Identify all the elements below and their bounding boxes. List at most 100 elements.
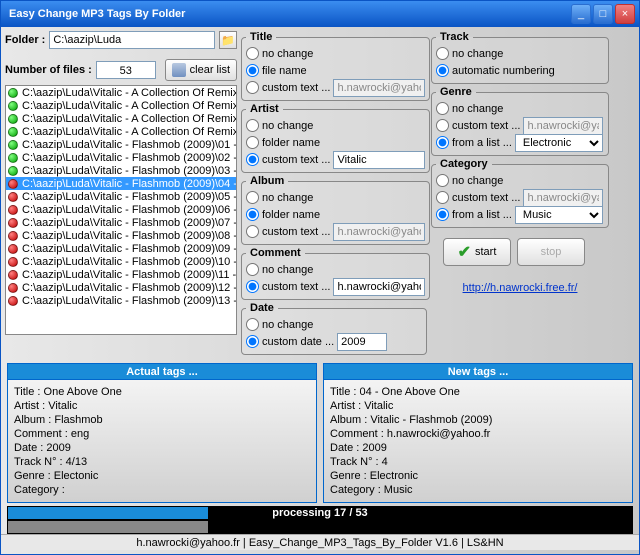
file-list-item[interactable]: C:\aazip\Luda\Vitalic - Flashmob (2009)\… <box>6 138 236 151</box>
artist-custom-text[interactable]: custom text ... <box>246 151 425 168</box>
title-custom-text[interactable]: custom text ... <box>246 79 425 96</box>
new-category: Category : Music <box>330 484 626 496</box>
category-custom-text[interactable]: custom text ... <box>436 189 604 206</box>
green-status-icon <box>8 127 18 137</box>
file-list-item[interactable]: C:\aazip\Luda\Vitalic - Flashmob (2009)\… <box>6 268 236 281</box>
title-no-change[interactable]: no change <box>246 45 425 62</box>
trash-icon <box>172 63 186 77</box>
clear-list-button[interactable]: clear list <box>165 59 237 81</box>
artist-custom-input[interactable] <box>333 151 425 169</box>
album-custom-input[interactable] <box>333 223 425 241</box>
folder-input[interactable] <box>49 31 215 49</box>
file-list-item[interactable]: C:\aazip\Luda\Vitalic - Flashmob (2009)\… <box>6 294 236 307</box>
actual-comment: Comment : eng <box>14 428 310 440</box>
genre-select[interactable]: Electronic <box>515 134 603 152</box>
red-status-icon <box>8 205 18 215</box>
category-from-list[interactable]: from a list ...Music <box>436 206 604 223</box>
date-no-change[interactable]: no change <box>246 316 422 333</box>
red-status-icon <box>8 283 18 293</box>
file-list-item[interactable]: C:\aazip\Luda\Vitalic - Flashmob (2009)\… <box>6 229 236 242</box>
file-list-item[interactable]: C:\aazip\Luda\Vitalic - A Collection Of … <box>6 86 236 99</box>
actual-track: Track N° : 4/13 <box>14 456 310 468</box>
title-file-name[interactable]: file name <box>246 62 425 79</box>
file-list-item[interactable]: C:\aazip\Luda\Vitalic - Flashmob (2009)\… <box>6 255 236 268</box>
new-album: Album : Vitalic - Flashmob (2009) <box>330 414 626 426</box>
actual-genre: Genre : Electonic <box>14 470 310 482</box>
file-list-item[interactable]: C:\aazip\Luda\Vitalic - A Collection Of … <box>6 125 236 138</box>
file-list-item[interactable]: C:\aazip\Luda\Vitalic - Flashmob (2009)\… <box>6 203 236 216</box>
actual-album: Album : Flashmob <box>14 414 310 426</box>
titlebar: Easy Change MP3 Tags By Folder _ □ × <box>1 1 639 27</box>
file-list-item[interactable]: C:\aazip\Luda\Vitalic - Flashmob (2009)\… <box>6 177 236 190</box>
website-link[interactable]: http://h.nawrocki.free.fr/ <box>431 282 609 294</box>
stop-button[interactable]: stop <box>517 238 585 266</box>
red-status-icon <box>8 257 18 267</box>
file-list-item[interactable]: C:\aazip\Luda\Vitalic - Flashmob (2009)\… <box>6 164 236 177</box>
actual-tags-panel: Actual tags ... Title : One Above One Ar… <box>7 363 317 503</box>
artist-group: Artist no change folder name custom text… <box>241 103 430 173</box>
comment-custom-text[interactable]: custom text ... <box>246 278 425 295</box>
green-status-icon <box>8 114 18 124</box>
track-group: Track no change automatic numbering <box>431 31 609 84</box>
file-list-item[interactable]: C:\aazip\Luda\Vitalic - Flashmob (2009)\… <box>6 151 236 164</box>
actual-date: Date : 2009 <box>14 442 310 454</box>
new-date: Date : 2009 <box>330 442 626 454</box>
red-status-icon <box>8 179 18 189</box>
genre-custom-input[interactable] <box>523 117 603 135</box>
genre-from-list[interactable]: from a list ...Electronic <box>436 134 604 151</box>
new-artist: Artist : Vitalic <box>330 400 626 412</box>
red-status-icon <box>8 270 18 280</box>
new-title: Title : 04 - One Above One <box>330 386 626 398</box>
file-list[interactable]: C:\aazip\Luda\Vitalic - A Collection Of … <box>5 85 237 335</box>
genre-custom-text[interactable]: custom text ... <box>436 117 604 134</box>
comment-no-change[interactable]: no change <box>246 261 425 278</box>
browse-folder-button[interactable]: 📁 <box>219 31 237 49</box>
file-list-item[interactable]: C:\aazip\Luda\Vitalic - Flashmob (2009)\… <box>6 281 236 294</box>
file-list-item[interactable]: C:\aazip\Luda\Vitalic - Flashmob (2009)\… <box>6 242 236 255</box>
file-list-item[interactable]: C:\aazip\Luda\Vitalic - Flashmob (2009)\… <box>6 190 236 203</box>
minimize-button[interactable]: _ <box>571 4 591 24</box>
category-custom-input[interactable] <box>523 189 603 207</box>
red-status-icon <box>8 192 18 202</box>
red-status-icon <box>8 231 18 241</box>
file-list-item[interactable]: C:\aazip\Luda\Vitalic - Flashmob (2009)\… <box>6 216 236 229</box>
actual-title: Title : One Above One <box>14 386 310 398</box>
green-status-icon <box>8 140 18 150</box>
title-custom-input[interactable] <box>333 79 425 97</box>
new-track: Track N° : 4 <box>330 456 626 468</box>
green-status-icon <box>8 166 18 176</box>
file-list-item[interactable]: C:\aazip\Luda\Vitalic - A Collection Of … <box>6 99 236 112</box>
category-no-change[interactable]: no change <box>436 172 604 189</box>
green-status-icon <box>8 153 18 163</box>
album-custom-text[interactable]: custom text ... <box>246 223 425 240</box>
artist-no-change[interactable]: no change <box>246 117 425 134</box>
album-no-change[interactable]: no change <box>246 189 425 206</box>
genre-no-change[interactable]: no change <box>436 100 604 117</box>
green-status-icon <box>8 101 18 111</box>
folder-label: Folder : <box>5 34 45 46</box>
track-no-change[interactable]: no change <box>436 45 604 62</box>
percent-bar: 32% <box>7 520 633 534</box>
red-status-icon <box>8 296 18 306</box>
comment-custom-input[interactable] <box>333 278 425 296</box>
processing-bar: processing 17 / 53 <box>7 506 633 520</box>
window-title: Easy Change MP3 Tags By Folder <box>5 8 569 20</box>
category-group: Category no change custom text ... from … <box>431 158 609 228</box>
close-button[interactable]: × <box>615 4 635 24</box>
filecount-value: 53 <box>96 61 156 79</box>
start-button[interactable]: ✔start <box>443 238 511 266</box>
status-bar: h.nawrocki@yahoo.fr | Easy_Change_MP3_Ta… <box>1 534 639 550</box>
actual-artist: Artist : Vitalic <box>14 400 310 412</box>
date-group: Date no change custom date ... <box>241 302 427 355</box>
category-select[interactable]: Music <box>515 206 603 224</box>
album-folder-name[interactable]: folder name <box>246 206 425 223</box>
genre-group: Genre no change custom text ... from a l… <box>431 86 609 156</box>
file-list-item[interactable]: C:\aazip\Luda\Vitalic - A Collection Of … <box>6 112 236 125</box>
comment-group: Comment no change custom text ... <box>241 247 430 300</box>
track-auto-numbering[interactable]: automatic numbering <box>436 62 604 79</box>
maximize-button[interactable]: □ <box>593 4 613 24</box>
artist-folder-name[interactable]: folder name <box>246 134 425 151</box>
date-custom-input[interactable] <box>337 333 387 351</box>
date-custom[interactable]: custom date ... <box>246 333 422 350</box>
green-status-icon <box>8 88 18 98</box>
